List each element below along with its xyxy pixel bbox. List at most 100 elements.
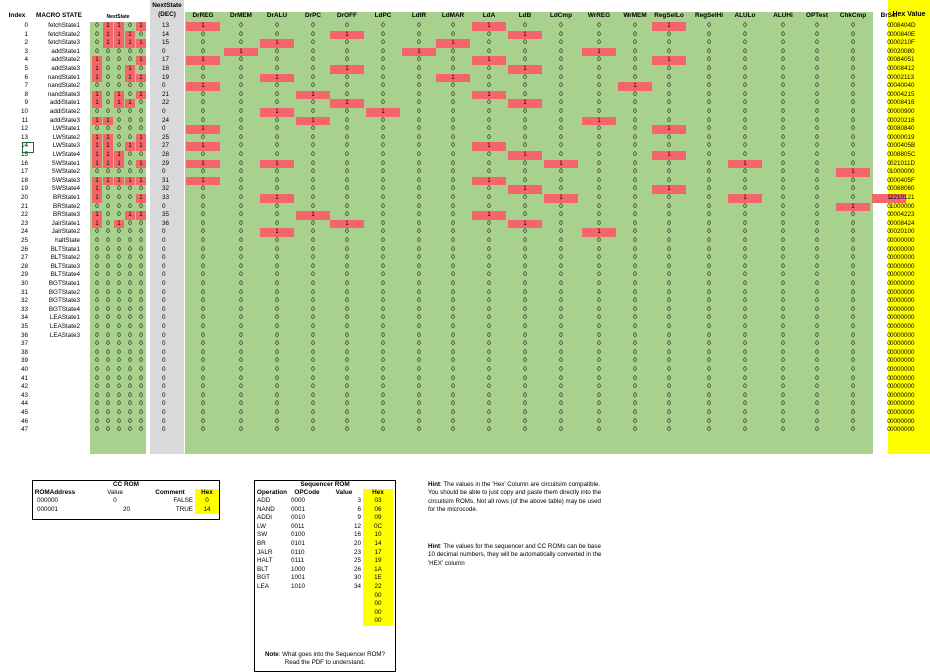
signal-cell[interactable]: 0: [186, 392, 220, 401]
signal-cell[interactable]: 0: [436, 280, 470, 289]
signal-cell[interactable]: 0: [436, 271, 470, 280]
hex-value-cell[interactable]: 0000000: [888, 323, 930, 332]
signal-cell[interactable]: 0: [692, 254, 726, 263]
signal-cell[interactable]: 0: [296, 65, 330, 74]
signal-cell[interactable]: 0: [436, 426, 470, 435]
signal-cell[interactable]: 0: [366, 134, 400, 143]
cc-rom-cell[interactable]: 000001: [33, 506, 77, 515]
signal-cell[interactable]: 0: [766, 400, 800, 409]
next-state-bit[interactable]: 0: [114, 125, 124, 134]
signal-cell[interactable]: 0: [766, 246, 800, 255]
signal-cell[interactable]: 0: [652, 254, 686, 263]
signal-cell[interactable]: 1: [582, 47, 616, 57]
next-state-dec[interactable]: 35: [150, 211, 180, 220]
signal-cell[interactable]: 0: [692, 237, 726, 246]
signal-cell[interactable]: 0: [766, 392, 800, 401]
signal-cell[interactable]: 0: [766, 306, 800, 315]
signal-cell[interactable]: 0: [800, 168, 834, 177]
signal-cell[interactable]: 0: [544, 418, 578, 427]
next-state-dec[interactable]: 33: [150, 194, 180, 203]
signal-cell[interactable]: 0: [186, 332, 220, 341]
signal-cell[interactable]: 0: [260, 48, 294, 57]
signal-cell[interactable]: 0: [330, 211, 364, 220]
next-state-bit[interactable]: 0: [103, 297, 113, 306]
signal-cell[interactable]: 0: [728, 426, 762, 435]
signal-cell[interactable]: 0: [224, 108, 258, 117]
signal-cell[interactable]: 0: [652, 383, 686, 392]
signal-cell[interactable]: 0: [618, 220, 652, 229]
signal-cell[interactable]: 0: [472, 332, 506, 341]
next-state-dec[interactable]: 0: [150, 383, 180, 392]
next-state-bit[interactable]: 0: [103, 254, 113, 263]
macro-state-name[interactable]: addiState1: [30, 99, 82, 108]
signal-cell[interactable]: 0: [652, 289, 686, 298]
next-state-bit[interactable]: 0: [92, 375, 102, 384]
sequencer-rom-cell[interactable]: 12: [325, 523, 363, 532]
signal-cell[interactable]: 0: [836, 383, 870, 392]
signal-cell[interactable]: 0: [402, 289, 436, 298]
signal-cell[interactable]: 0: [652, 108, 686, 117]
next-state-bit[interactable]: 0: [92, 392, 102, 401]
signal-cell[interactable]: 0: [766, 48, 800, 57]
macro-state-name[interactable]: JalrState1: [30, 220, 82, 229]
next-state-bit[interactable]: 0: [103, 383, 113, 392]
signal-cell[interactable]: 0: [800, 211, 834, 220]
macro-state-name[interactable]: nandState3: [30, 91, 82, 100]
signal-cell[interactable]: 0: [436, 418, 470, 427]
signal-cell[interactable]: 0: [296, 48, 330, 57]
signal-cell[interactable]: 0: [186, 168, 220, 177]
signal-cell[interactable]: 0: [224, 271, 258, 280]
macro-state-name[interactable]: JalrState2: [30, 228, 82, 237]
signal-cell[interactable]: 0: [544, 82, 578, 91]
signal-cell[interactable]: 0: [800, 392, 834, 401]
signal-cell[interactable]: 0: [766, 91, 800, 100]
signal-cell[interactable]: 0: [436, 228, 470, 237]
signal-cell[interactable]: 0: [800, 39, 834, 48]
sequencer-rom-cell[interactable]: 0C: [363, 522, 393, 532]
next-state-bit[interactable]: 0: [125, 228, 135, 237]
signal-cell[interactable]: 0: [544, 289, 578, 298]
signal-cell[interactable]: 0: [618, 400, 652, 409]
sequencer-rom-cell[interactable]: [255, 592, 289, 601]
next-state-bit[interactable]: 0: [125, 357, 135, 366]
signal-cell[interactable]: 0: [652, 323, 686, 332]
signal-cell[interactable]: 0: [330, 289, 364, 298]
signal-cell[interactable]: 0: [766, 151, 800, 160]
signal-cell[interactable]: 0: [728, 185, 762, 194]
macro-state-name[interactable]: BLTState1: [30, 246, 82, 255]
next-state-dec[interactable]: 0: [150, 418, 180, 427]
signal-cell[interactable]: 0: [260, 203, 294, 212]
signal-cell[interactable]: 0: [652, 297, 686, 306]
signal-cell[interactable]: 0: [836, 366, 870, 375]
sequencer-rom-cell[interactable]: [289, 592, 325, 601]
next-state-bit[interactable]: 1: [136, 194, 146, 203]
next-state-bit[interactable]: 0: [125, 280, 135, 289]
signal-cell[interactable]: 0: [402, 314, 436, 323]
next-state-bit[interactable]: 0: [125, 314, 135, 323]
signal-cell[interactable]: 0: [260, 125, 294, 134]
signal-cell[interactable]: 0: [296, 383, 330, 392]
signal-cell[interactable]: 0: [296, 297, 330, 306]
next-state-bit[interactable]: 0: [103, 237, 113, 246]
signal-cell[interactable]: 0: [472, 366, 506, 375]
next-state-bit[interactable]: 0: [92, 409, 102, 418]
next-state-bit[interactable]: 0: [103, 426, 113, 435]
next-state-bit[interactable]: 0: [103, 228, 113, 237]
sequencer-rom-cell[interactable]: BGT: [255, 574, 289, 583]
signal-cell[interactable]: 0: [224, 74, 258, 83]
signal-cell[interactable]: 0: [836, 426, 870, 435]
signal-cell[interactable]: 0: [692, 56, 726, 65]
next-state-dec[interactable]: 19: [150, 74, 180, 83]
signal-cell[interactable]: 0: [692, 220, 726, 229]
signal-cell[interactable]: 0: [402, 194, 436, 203]
hex-value-cell[interactable]: 000210F: [888, 39, 930, 48]
signal-cell[interactable]: 1: [728, 194, 762, 203]
signal-cell[interactable]: 1: [508, 185, 542, 194]
signal-cell[interactable]: 0: [224, 289, 258, 298]
sequencer-rom-cell[interactable]: 22: [363, 583, 393, 592]
signal-cell[interactable]: 0: [766, 314, 800, 323]
next-state-bit[interactable]: 0: [136, 383, 146, 392]
signal-cell[interactable]: 0: [692, 306, 726, 315]
next-state-bit[interactable]: 1: [92, 219, 102, 229]
next-state-bit[interactable]: 0: [136, 409, 146, 418]
